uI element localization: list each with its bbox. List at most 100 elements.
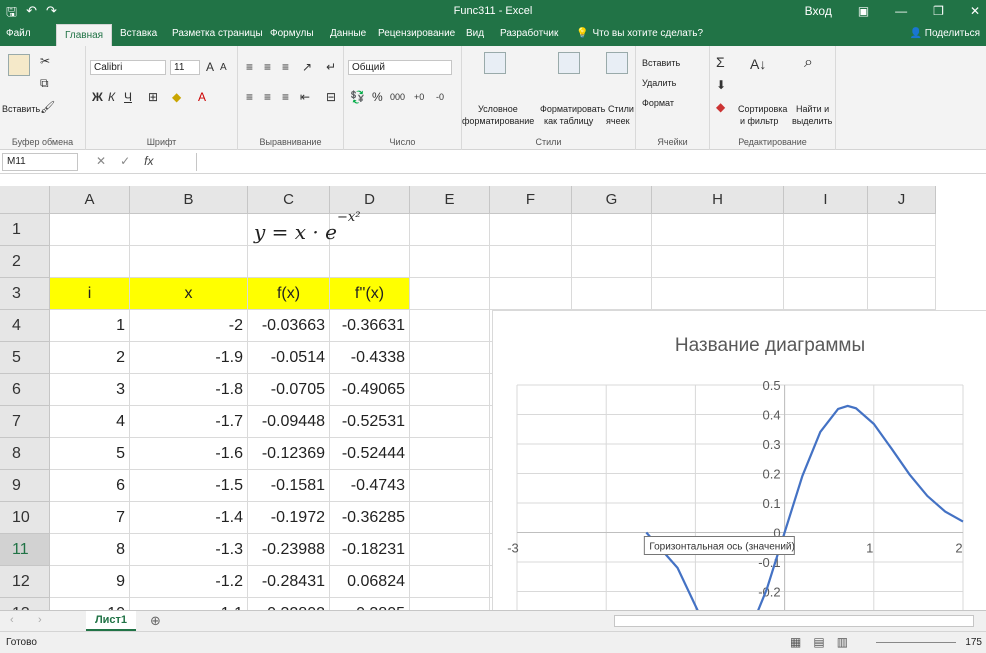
column-header-j[interactable]: J [868,186,936,214]
column-header-h[interactable]: H [652,186,784,214]
cell-e2[interactable] [410,246,490,278]
sheet-tab-list1[interactable]: Лист1 [86,611,136,631]
sort-label-2[interactable]: и фильтр [740,116,778,126]
font-name-select[interactable]: Calibri [90,60,166,75]
cell-b9[interactable]: -1.5 [130,470,248,502]
cell-b10[interactable]: -1.4 [130,502,248,534]
cell-d5[interactable]: -0.4338 [330,342,410,374]
cell-j3[interactable] [868,278,936,310]
confirm-entry-icon[interactable]: ✓ [120,154,130,168]
cell-c11[interactable]: -0.23988 [248,534,330,566]
horizontal-scrollbar[interactable] [614,615,974,627]
cell-a8[interactable]: 5 [50,438,130,470]
cell-e8[interactable] [410,438,490,470]
autosum-icon[interactable]: Σ [716,54,725,70]
row-header-1[interactable]: 1 [0,214,50,246]
cell-f2[interactable] [490,246,572,278]
cell-b12[interactable]: -1.2 [130,566,248,598]
align-left-icon[interactable]: ≡ [246,90,253,104]
cell-d10[interactable]: -0.36285 [330,502,410,534]
italic-icon[interactable]: К [108,90,115,104]
tab-data[interactable]: Данные [330,28,366,39]
cell-d9[interactable]: -0.4743 [330,470,410,502]
tab-home[interactable]: Главная [56,24,113,46]
tab-developer[interactable]: Разработчик [500,28,558,39]
cell-e4[interactable] [410,310,490,342]
row-header-7[interactable]: 7 [0,406,50,438]
insert-cells-button[interactable]: Вставить [642,58,680,68]
paste-icon[interactable] [8,54,30,76]
cell-e10[interactable] [410,502,490,534]
ribbon-display-icon[interactable]: ▣ [858,4,869,18]
share-button[interactable]: 👤 Поделиться [910,28,980,39]
cell-j2[interactable] [868,246,936,278]
cell-b4[interactable]: -2 [130,310,248,342]
cell-b5[interactable]: -1.9 [130,342,248,374]
sort-label-1[interactable]: Сортировка [738,104,787,114]
cell-c2[interactable] [248,246,330,278]
cell-d12[interactable]: 0.06824 [330,566,410,598]
row-header-13[interactable]: 13 [0,598,50,610]
cell-a4[interactable]: 1 [50,310,130,342]
fill-icon[interactable]: ⬇ [716,78,726,92]
wrap-text-icon[interactable]: ↵ [326,60,336,74]
cell-d2[interactable] [330,246,410,278]
orientation-icon[interactable]: ↗ [302,60,312,74]
borders-icon[interactable]: ⊞ [148,90,158,104]
cell-i3[interactable] [784,278,868,310]
find-label-2[interactable]: выделить [792,116,832,126]
cell-b13[interactable]: -1.1 [130,598,248,610]
cell-a10[interactable]: 7 [50,502,130,534]
prev-sheet-icon[interactable]: ‹ [10,614,14,626]
cell-e12[interactable] [410,566,490,598]
cell-b8[interactable]: -1.6 [130,438,248,470]
cell-d4[interactable]: -0.36631 [330,310,410,342]
decrease-indent-icon[interactable]: ⇤ [300,90,310,104]
cell-e7[interactable] [410,406,490,438]
cell-f1[interactable] [490,214,572,246]
cell-c5[interactable]: -0.0514 [248,342,330,374]
page-break-view-icon[interactable]: ▥ [837,635,848,649]
cell-c3[interactable]: f(x) [248,278,330,310]
tab-page-layout[interactable]: Разметка страницы [172,28,263,39]
cell-b1[interactable] [130,214,248,246]
find-label-1[interactable]: Найти и [796,104,829,114]
cell-c7[interactable]: -0.09448 [248,406,330,438]
row-header-6[interactable]: 6 [0,374,50,406]
column-header-c[interactable]: C [248,186,330,214]
tab-formulas[interactable]: Формулы [270,28,314,39]
cell-b7[interactable]: -1.7 [130,406,248,438]
clear-icon[interactable]: ◆ [716,100,725,114]
signin-link[interactable]: Вход [805,4,832,18]
cell-d11[interactable]: -0.18231 [330,534,410,566]
row-header-9[interactable]: 9 [0,470,50,502]
cell-b6[interactable]: -1.8 [130,374,248,406]
cell-i1[interactable] [784,214,868,246]
cond-format-label-2[interactable]: форматирование [462,116,534,126]
align-bottom-icon[interactable]: ≡ [282,60,289,74]
row-header-11[interactable]: 11 [0,534,50,566]
cell-g1[interactable] [572,214,652,246]
comma-style-icon[interactable]: 000 [390,92,405,102]
underline-icon[interactable]: Ч [124,90,132,104]
cell-a2[interactable] [50,246,130,278]
cell-a11[interactable]: 8 [50,534,130,566]
cell-a5[interactable]: 2 [50,342,130,374]
currency-icon[interactable]: 💱 [350,90,365,104]
cell-d6[interactable]: -0.49065 [330,374,410,406]
find-select-icon[interactable]: ⌕ [804,54,813,72]
sort-filter-icon[interactable]: A↓ [750,56,766,72]
cell-d8[interactable]: -0.52444 [330,438,410,470]
cell-d3[interactable]: f''(x) [330,278,410,310]
merge-center-icon[interactable]: ⊟ [326,90,336,104]
cell-f3[interactable] [490,278,572,310]
cell-e9[interactable] [410,470,490,502]
column-header-a[interactable]: A [50,186,130,214]
cell-styles-label-2[interactable]: ячеек [606,116,630,126]
font-size-select[interactable]: 11 [170,60,200,75]
tab-review[interactable]: Рецензирование [378,28,455,39]
cell-h2[interactable] [652,246,784,278]
column-header-f[interactable]: F [490,186,572,214]
align-center-icon[interactable]: ≡ [264,90,271,104]
row-header-8[interactable]: 8 [0,438,50,470]
